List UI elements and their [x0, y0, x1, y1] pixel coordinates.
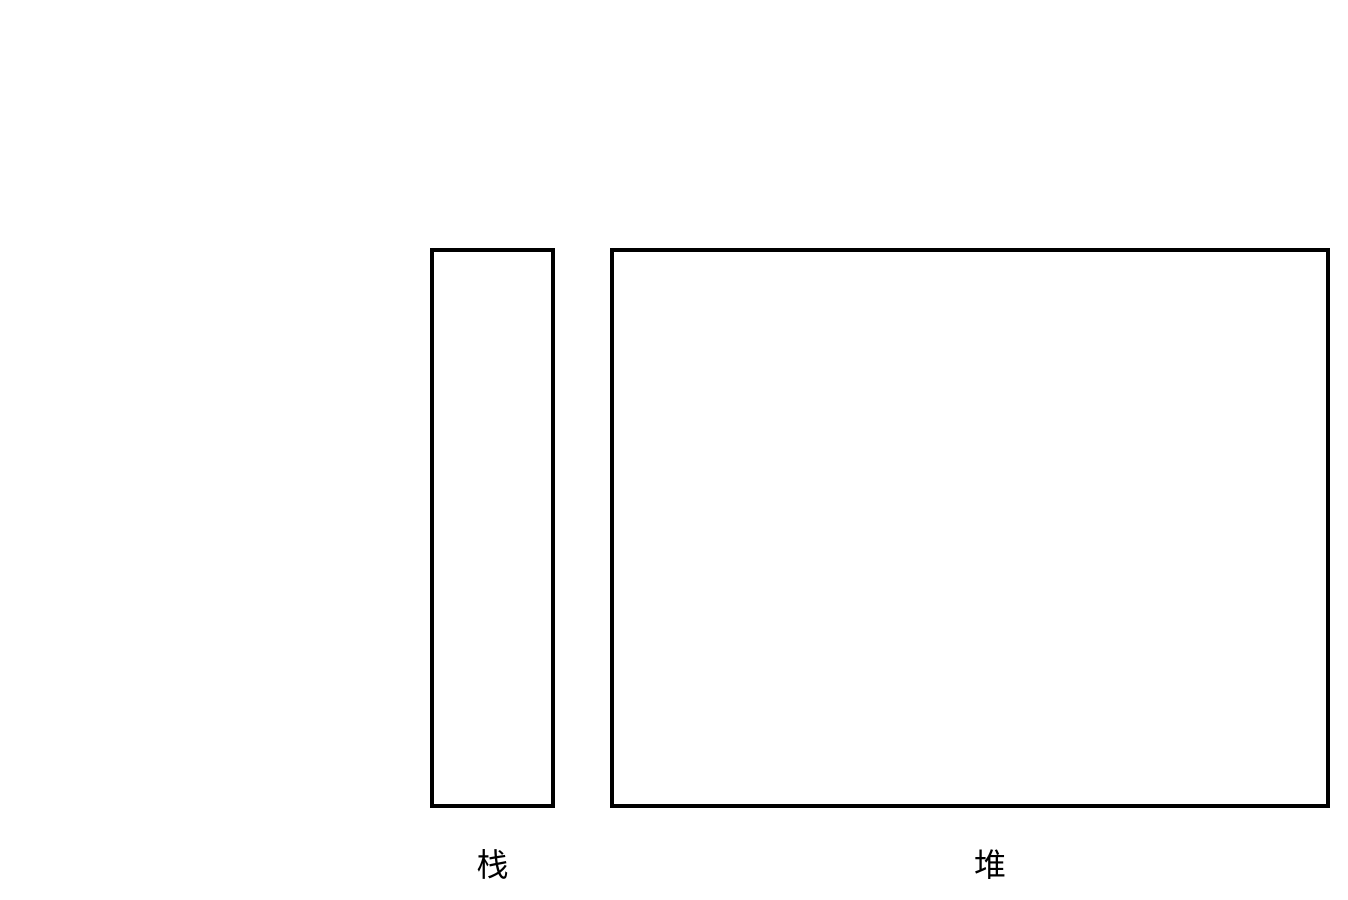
stack-label: 栈 [430, 840, 555, 886]
heap-box [610, 248, 1330, 808]
stack-box [430, 248, 555, 808]
heap-label: 堆 [610, 840, 1348, 886]
